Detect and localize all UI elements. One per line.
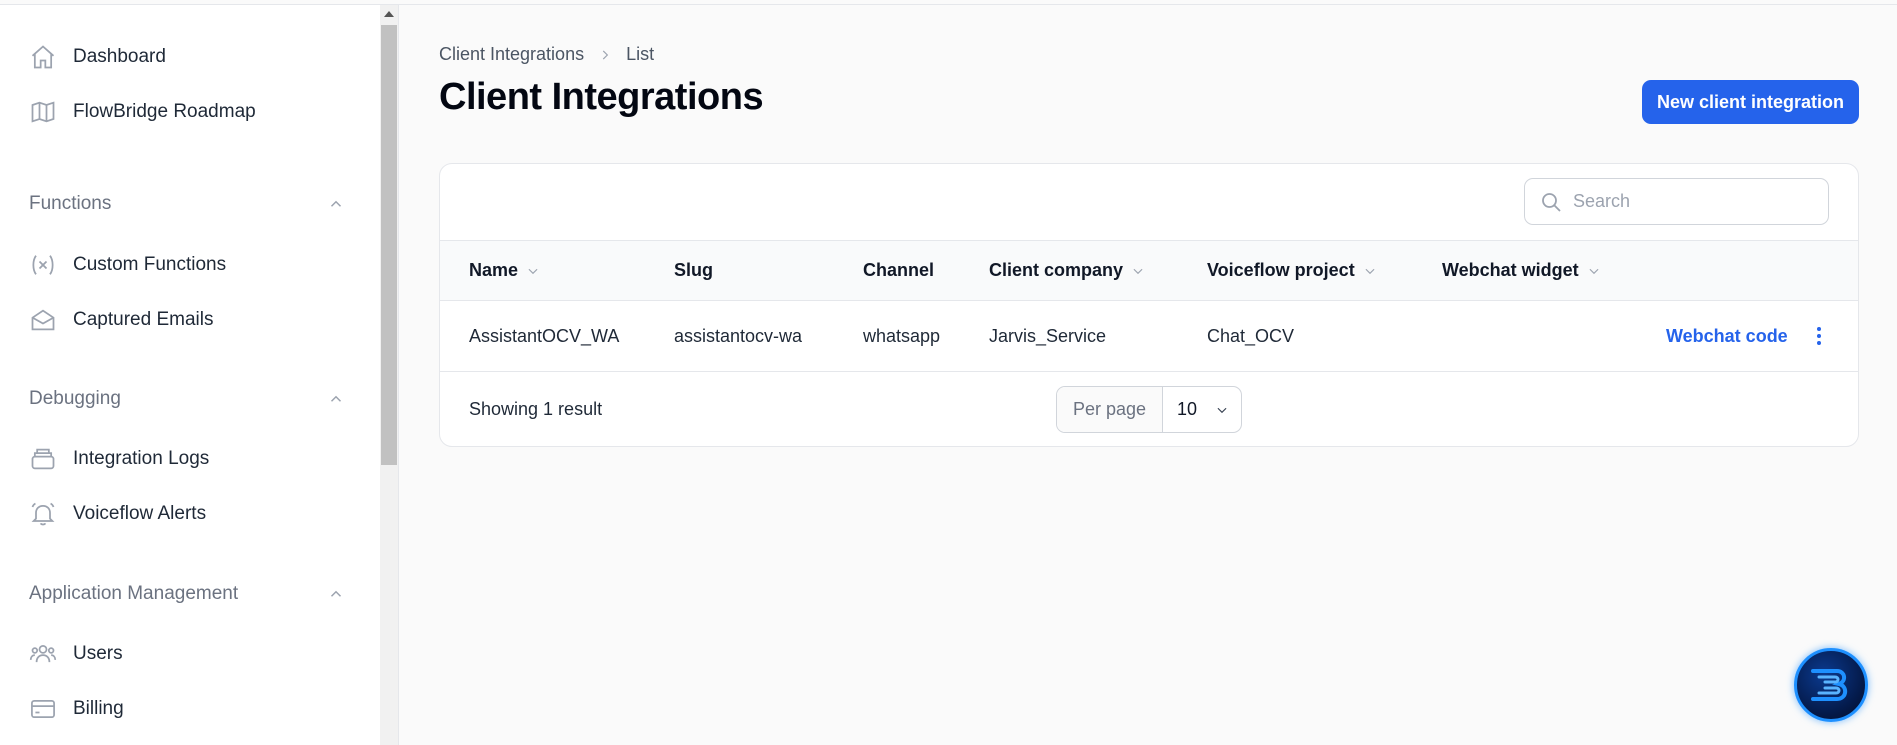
sidebar-group-title: Application Management — [29, 583, 239, 604]
chevron-up-icon — [330, 200, 342, 207]
search-icon — [1542, 192, 1561, 212]
per-page-select[interactable]: 10 — [1163, 387, 1241, 432]
column-header-slug: Slug — [674, 241, 713, 300]
sidebar-item-billing[interactable]: Billing — [29, 692, 124, 726]
sidebar-group-title: Functions — [29, 193, 112, 214]
column-header-label: Client company — [989, 260, 1124, 280]
sidebar-item-label: Dashboard — [73, 46, 166, 67]
new-client-integration-button[interactable]: New client integration — [1642, 80, 1859, 124]
sidebar-item-label: Captured Emails — [73, 309, 214, 330]
sidebar-item-label: Integration Logs — [73, 448, 210, 469]
sidebar: Dashboard FlowBridge Roadmap Functions C… — [0, 5, 380, 745]
table-row[interactable]: AssistantOCV_WA assistantocv-wa whatsapp… — [440, 301, 1858, 372]
table-header: Name Slug Channel Client company Voicefl… — [440, 240, 1858, 301]
chevron-down-icon — [1589, 268, 1599, 274]
chevron-down-icon — [1365, 268, 1375, 274]
page-title: Client Integrations — [439, 76, 764, 118]
sidebar-group-application-management[interactable]: Application Management — [29, 583, 345, 605]
cell-name: AssistantOCV_WA — [469, 325, 620, 346]
sidebar-item-voiceflow-alerts[interactable]: Voiceflow Alerts — [29, 497, 206, 531]
envelope-open-icon — [31, 309, 55, 331]
users-icon — [29, 644, 57, 663]
per-page-control: Per page 10 — [1056, 386, 1242, 433]
main-divider — [398, 5, 399, 745]
column-header-label: Channel — [863, 260, 935, 280]
sidebar-item-label: Voiceflow Alerts — [73, 503, 207, 524]
sidebar-scrollbar[interactable] — [380, 5, 398, 745]
sidebar-item-integration-logs[interactable]: Integration Logs — [29, 442, 209, 476]
sidebar-item-custom-functions[interactable]: Custom Functions — [29, 248, 226, 282]
sidebar-item-captured-emails[interactable]: Captured Emails — [29, 303, 213, 337]
search-box[interactable] — [1524, 178, 1829, 225]
breadcrumb-parent[interactable]: Client Integrations — [439, 44, 584, 65]
variable-icon — [32, 255, 54, 275]
integrations-table-card: Name Slug Channel Client company Voicefl… — [439, 163, 1859, 447]
stack-icon — [31, 448, 55, 470]
column-header-name[interactable]: Name — [469, 241, 540, 300]
sidebar-group-debugging[interactable]: Debugging — [29, 388, 345, 410]
credit-card-icon — [31, 699, 55, 719]
sidebar-item-label: Billing — [73, 698, 124, 719]
sidebar-item-users[interactable]: Users — [29, 637, 123, 671]
sidebar-item-label: FlowBridge Roadmap — [73, 101, 256, 122]
column-header-voiceflow-project[interactable]: Voiceflow project — [1207, 241, 1377, 300]
chevron-down-icon — [528, 268, 538, 274]
chevron-up-icon — [330, 395, 342, 402]
column-header-client-company[interactable]: Client company — [989, 241, 1145, 300]
column-header-webchat-widget[interactable]: Webchat widget — [1442, 241, 1601, 300]
sidebar-group-title: Debugging — [29, 388, 121, 409]
home-icon — [31, 45, 55, 69]
search-input[interactable] — [1573, 191, 1813, 212]
sidebar-item-roadmap[interactable]: FlowBridge Roadmap — [29, 95, 256, 129]
row-actions-kebab-icon[interactable] — [1808, 325, 1830, 347]
scroll-up-arrow-icon[interactable] — [384, 11, 394, 17]
cell-channel: whatsapp — [863, 325, 941, 346]
column-header-label: Voiceflow project — [1207, 260, 1355, 280]
chevron-down-icon — [1217, 407, 1227, 413]
scrollbar-thumb[interactable] — [381, 25, 397, 465]
column-header-label: Name — [469, 260, 519, 280]
chevron-right-icon — [602, 50, 609, 59]
chat-widget-launcher[interactable] — [1794, 648, 1868, 722]
sidebar-group-functions[interactable]: Functions — [29, 193, 345, 215]
per-page-value: 10 — [1177, 399, 1198, 419]
bell-alert-icon — [31, 502, 55, 526]
column-header-channel: Channel — [863, 241, 934, 300]
result-count: Showing 1 result — [469, 398, 603, 419]
column-header-label: Slug — [674, 260, 713, 280]
breadcrumb-current: List — [626, 44, 655, 64]
cell-voiceflow-project: Chat_OCV — [1207, 325, 1295, 346]
cell-slug: assistantocv-wa — [674, 325, 803, 346]
sidebar-item-label: Custom Functions — [73, 254, 227, 275]
per-page-label: Per page — [1057, 387, 1163, 432]
chevron-up-icon — [330, 590, 342, 597]
breadcrumb: Client Integrations List — [439, 44, 654, 65]
map-icon — [31, 101, 55, 123]
sidebar-item-dashboard[interactable]: Dashboard — [29, 40, 166, 74]
chevron-down-icon — [1133, 268, 1143, 274]
sidebar-item-label: Users — [73, 643, 123, 664]
cell-client-company: Jarvis_Service — [989, 325, 1107, 346]
column-header-label: Webchat widget — [1442, 260, 1579, 280]
webchat-code-link[interactable]: Webchat code — [1666, 301, 1788, 371]
chat-widget-logo-icon — [1811, 669, 1848, 701]
